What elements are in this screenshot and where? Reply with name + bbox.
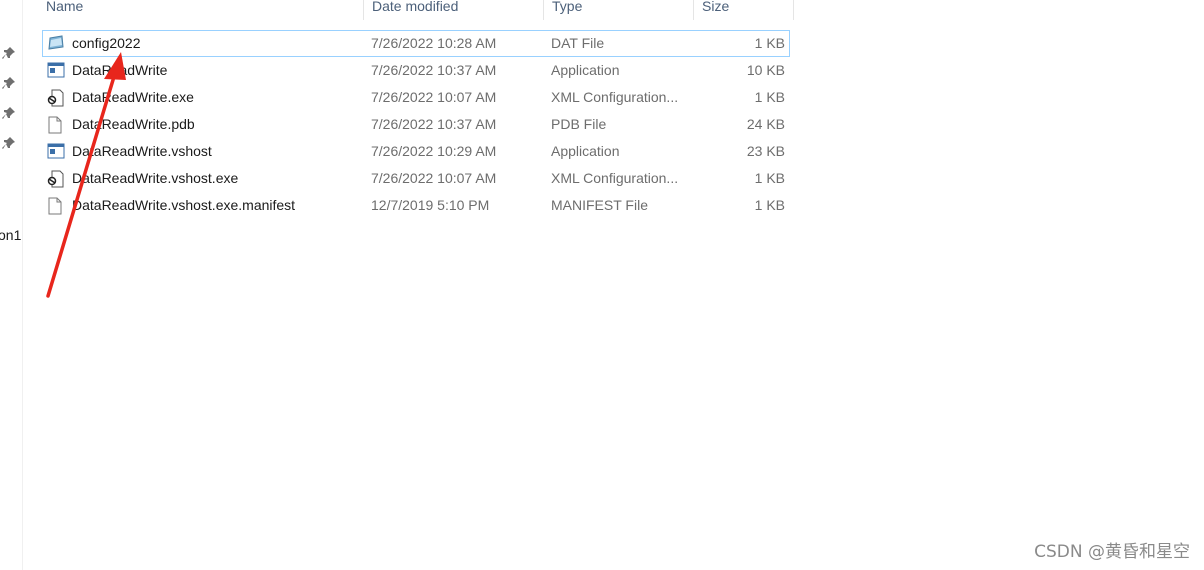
pin-icon[interactable] xyxy=(2,76,16,90)
file-size: 24 KB xyxy=(746,116,785,132)
blank-file-icon xyxy=(47,193,67,218)
file-type: DAT File xyxy=(551,35,605,51)
file-row-datareadwrite-vshost[interactable]: DataReadWrite.vshost 7/26/2022 10:29 AM … xyxy=(42,138,790,165)
application-icon xyxy=(47,58,67,83)
file-date-modified: 7/26/2022 10:28 AM xyxy=(371,35,497,51)
dat-file-icon xyxy=(47,31,67,56)
xml-config-icon xyxy=(47,166,67,191)
file-name: config2022 xyxy=(72,35,141,51)
file-size: 1 KB xyxy=(754,197,785,213)
file-name: DataReadWrite.pdb xyxy=(72,116,195,132)
watermark-text: CSDN @黄昏和星空 xyxy=(1034,542,1190,562)
file-size: 23 KB xyxy=(746,143,785,159)
xml-config-icon xyxy=(47,85,67,110)
column-header-size[interactable]: Size xyxy=(694,0,794,20)
file-size: 1 KB xyxy=(754,35,785,51)
file-size: 10 KB xyxy=(746,62,785,78)
file-list: config2022 7/26/2022 10:28 AM DAT File 1… xyxy=(42,30,790,219)
blank-file-icon xyxy=(47,112,67,137)
file-name: DataReadWrite.vshost.exe.manifest xyxy=(72,197,296,213)
file-name: DataReadWrite.vshost xyxy=(72,143,212,159)
file-row-datareadwrite-pdb[interactable]: DataReadWrite.pdb 7/26/2022 10:37 AM PDB… xyxy=(42,111,790,138)
file-row-datareadwrite-exe[interactable]: DataReadWrite.exe 7/26/2022 10:07 AM XML… xyxy=(42,84,790,111)
file-date-modified: 7/26/2022 10:07 AM xyxy=(371,170,497,186)
nav-item-partial-label[interactable]: on1 xyxy=(0,227,21,243)
file-type: PDB File xyxy=(551,116,607,132)
file-date-modified: 7/26/2022 10:07 AM xyxy=(371,89,497,105)
navigation-pane: on1 xyxy=(0,0,23,570)
file-date-modified: 7/26/2022 10:37 AM xyxy=(371,116,497,132)
pin-icon[interactable] xyxy=(2,46,16,60)
file-date-modified: 7/26/2022 10:29 AM xyxy=(371,143,497,159)
file-row-datareadwrite-vshost-exe[interactable]: DataReadWrite.vshost.exe 7/26/2022 10:07… xyxy=(42,165,790,192)
file-type: MANIFEST File xyxy=(551,197,648,213)
column-header-date-modified[interactable]: Date modified xyxy=(364,0,544,20)
file-row-datareadwrite-vshost-exe-manifest[interactable]: DataReadWrite.vshost.exe.manifest 12/7/2… xyxy=(42,192,790,219)
pin-icon[interactable] xyxy=(2,136,16,150)
application-icon xyxy=(47,139,67,164)
file-type: XML Configuration... xyxy=(551,170,679,186)
pin-icon[interactable] xyxy=(2,106,16,120)
file-name: DataReadWrite.vshost.exe xyxy=(72,170,239,186)
file-type: XML Configuration... xyxy=(551,89,679,105)
file-row-config2022[interactable]: config2022 7/26/2022 10:28 AM DAT File 1… xyxy=(42,30,790,57)
column-header-type[interactable]: Type xyxy=(544,0,694,20)
file-type: Application xyxy=(551,62,620,78)
file-size: 1 KB xyxy=(754,170,785,186)
file-type: Application xyxy=(551,143,620,159)
column-header-name[interactable]: Name xyxy=(38,0,364,20)
file-date-modified: 7/26/2022 10:37 AM xyxy=(371,62,497,78)
file-row-datareadwrite[interactable]: DataReadWrite 7/26/2022 10:37 AM Applica… xyxy=(42,57,790,84)
file-date-modified: 12/7/2019 5:10 PM xyxy=(371,197,490,213)
column-header-row: Name Date modified Type Size xyxy=(22,0,794,20)
file-name: DataReadWrite.exe xyxy=(72,89,194,105)
file-size: 1 KB xyxy=(754,89,785,105)
file-name: DataReadWrite xyxy=(72,62,168,78)
